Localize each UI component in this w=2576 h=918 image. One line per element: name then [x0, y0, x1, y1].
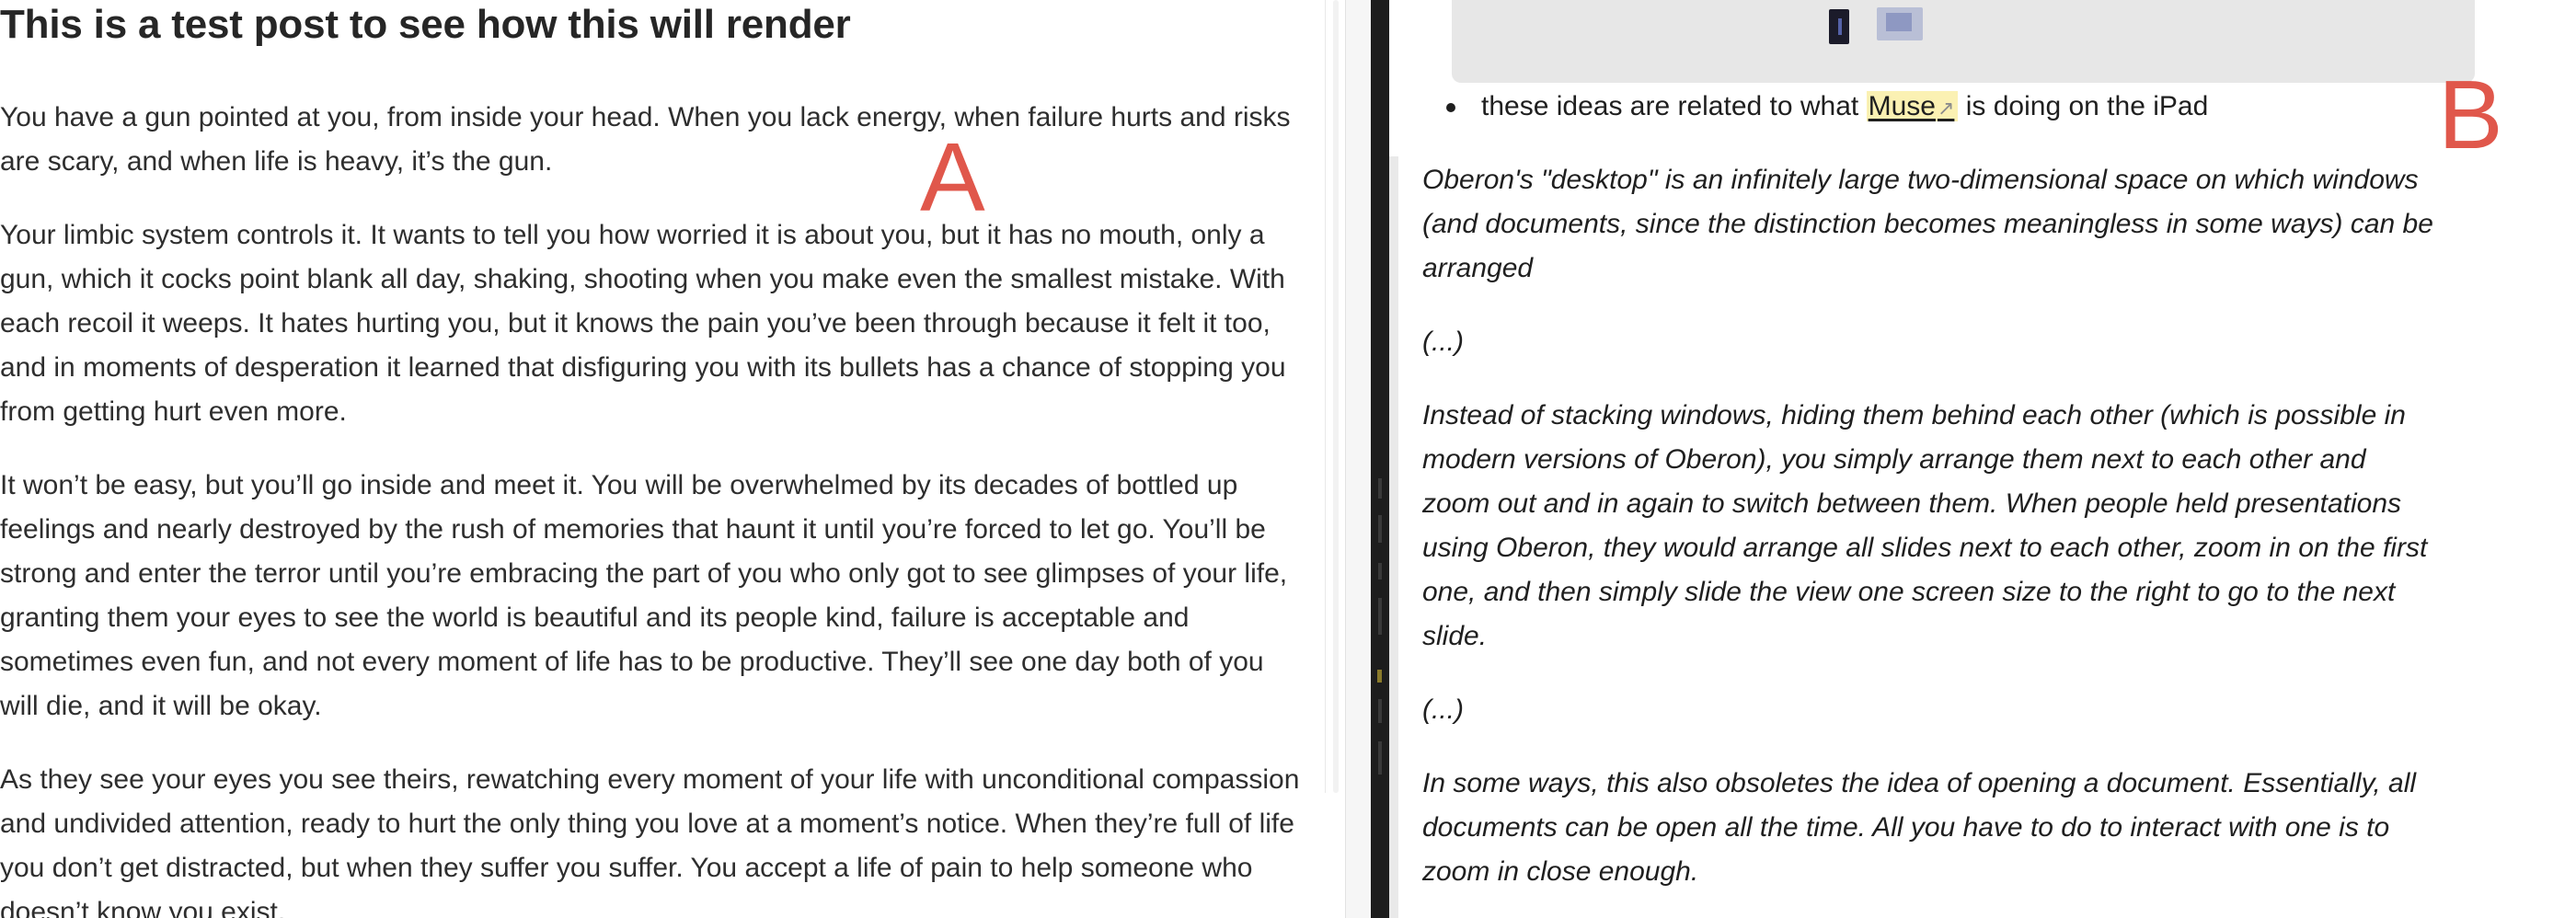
- pane-divider[interactable]: [1345, 0, 1372, 918]
- post-title: This is a test post to see how this will…: [0, 2, 851, 47]
- blockquote-bar: [1389, 156, 1398, 918]
- pane-b-preview: these ideas are related to what Muse↗ is…: [1389, 0, 2576, 918]
- bullet-text-before: these ideas are related to what: [1481, 91, 1867, 121]
- gutter-mark: [1378, 563, 1382, 579]
- gutter-mark: [1378, 515, 1382, 543]
- gutter-mark-highlight: [1377, 670, 1382, 683]
- quote-paragraph-1: Oberon's "desktop" is an infinitely larg…: [1422, 165, 2433, 283]
- pane-marker-b: B: [2438, 61, 2503, 169]
- quote-paragraph-2: Instead of stacking windows, hiding them…: [1422, 400, 2428, 651]
- bullet-item: these ideas are related to what Muse↗ is…: [1481, 85, 2208, 131]
- quote-ellipsis-1: (...): [1422, 327, 1464, 357]
- post-paragraph-1: You have a gun pointed at you, from insi…: [0, 102, 1291, 177]
- bullet-dot: [1446, 103, 1455, 112]
- pane-a-editor: This is a test post to see how this will…: [0, 0, 1343, 918]
- gutter-mark: [1378, 478, 1382, 499]
- image-thumbnail-light-detail: [1886, 13, 1912, 31]
- bullet-text-after: is doing on the iPad: [1958, 91, 2209, 121]
- image-thumbnail-dark-detail: [1838, 18, 1842, 35]
- gutter-mark: [1378, 598, 1382, 635]
- dark-gutter: [1371, 0, 1389, 918]
- left-scrollbar-thumb[interactable]: [1333, 0, 1339, 793]
- muse-link[interactable]: Muse↗: [1866, 91, 1959, 121]
- quote-ellipsis-2: (...): [1422, 694, 1464, 725]
- post-paragraph-4: As they see your eyes you see theirs, re…: [0, 764, 1300, 918]
- gutter-mark: [1378, 741, 1382, 775]
- external-link-arrow-icon[interactable]: ↗: [1938, 97, 1954, 120]
- embedded-image-block[interactable]: [1452, 0, 2475, 83]
- quote-paragraph-3: In some ways, this also obsoletes the id…: [1422, 768, 2417, 887]
- muse-link-label[interactable]: Muse: [1869, 91, 1936, 121]
- pane-marker-a: A: [920, 123, 985, 232]
- post-paragraph-2: Your limbic system controls it. It wants…: [0, 220, 1286, 427]
- post-paragraph-3: It won’t be easy, but you’ll go inside a…: [0, 470, 1288, 721]
- gutter-mark: [1378, 699, 1382, 723]
